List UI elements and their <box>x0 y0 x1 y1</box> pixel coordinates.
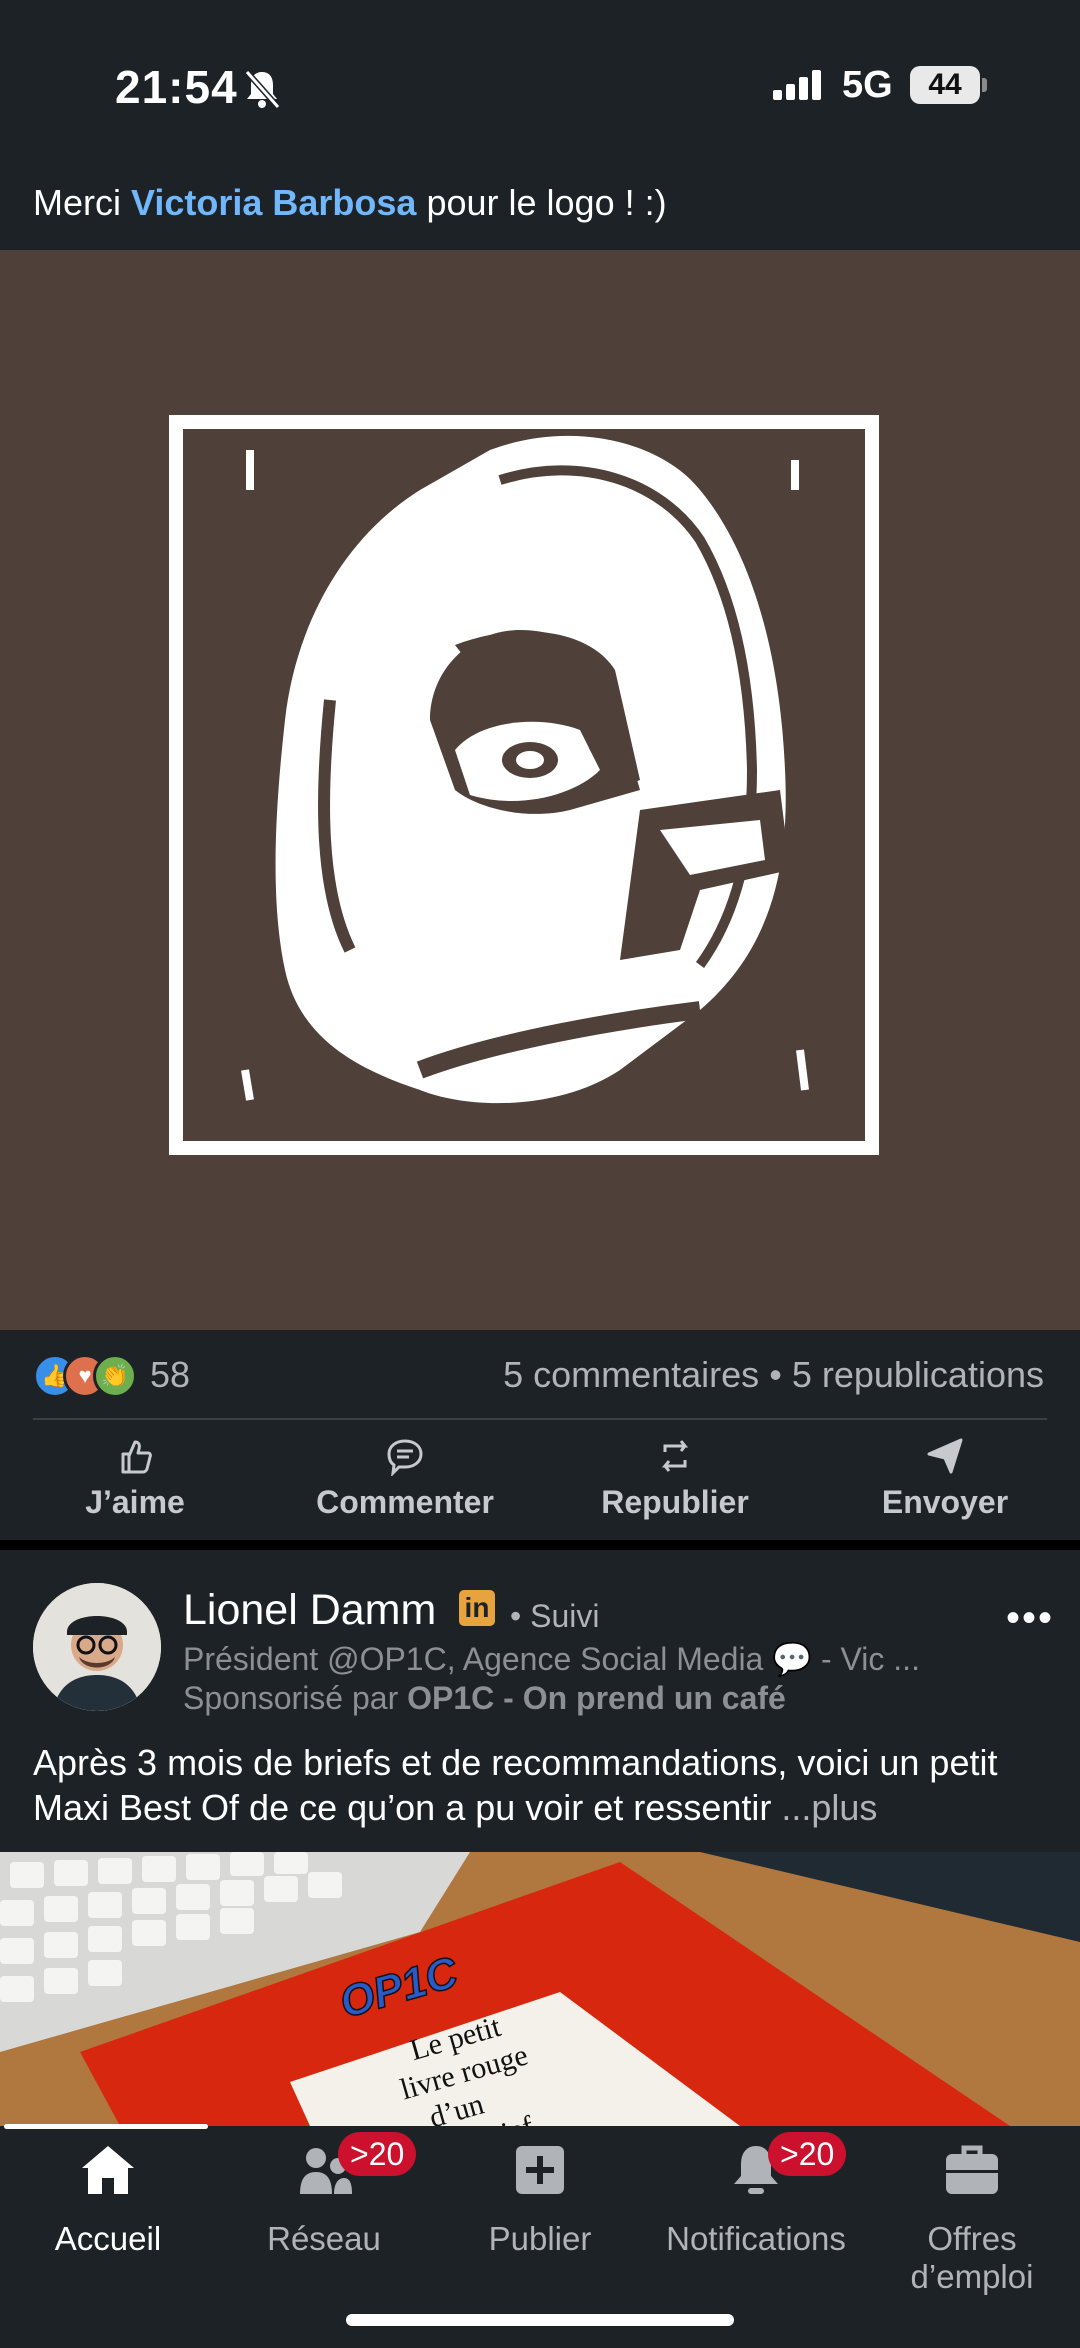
tab-notifications-label: Notifications <box>666 2220 846 2257</box>
add-post-icon <box>516 2146 564 2194</box>
more-options-icon[interactable]: ••• <box>1006 1596 1054 1641</box>
status-bar: 21:54 5G 44 <box>0 0 1080 150</box>
like-label: J’aime <box>85 1484 185 1520</box>
battery-tip <box>982 78 987 92</box>
send-icon <box>927 1438 963 1474</box>
linkedin-premium-icon: in <box>459 1590 495 1626</box>
tab-post[interactable]: Publier <box>432 2140 648 2258</box>
tab-home[interactable]: Accueil <box>0 2140 216 2258</box>
caption-suffix: pour le logo ! :) <box>416 182 667 223</box>
network-badge: >20 <box>338 2132 417 2176</box>
follow-status: • Suivi <box>510 1598 600 1634</box>
stats-separator: • <box>769 1354 782 1395</box>
like-button[interactable]: J’aime <box>0 1430 270 1530</box>
send-button[interactable]: Envoyer <box>810 1430 1080 1530</box>
feed-separator <box>0 1540 1080 1550</box>
caption-prefix: Merci <box>33 182 131 223</box>
post-stats[interactable]: 5 commentaires • 5 republications <box>503 1354 1044 1396</box>
bell-muted-icon <box>244 70 281 109</box>
repost-label: Republier <box>601 1484 749 1520</box>
reposts-count[interactable]: 5 republications <box>792 1354 1044 1395</box>
avatar[interactable] <box>33 1583 161 1711</box>
post-image-logo[interactable] <box>0 250 1080 1330</box>
celebrate-reaction-icon: 👏 <box>93 1354 137 1398</box>
comment-icon <box>387 1439 423 1476</box>
post-body: Après 3 mois de briefs et de recommandat… <box>33 1740 1053 1830</box>
repost-button[interactable]: Republier <box>540 1430 810 1530</box>
profile-photo <box>33 1583 161 1711</box>
tab-home-label: Accueil <box>54 2220 162 2257</box>
post-image-book[interactable]: OP1C Le petit livre rouge d’un brief dia <box>0 1852 1080 2126</box>
home-indicator <box>346 2314 734 2326</box>
comment-label: Commenter <box>316 1484 494 1520</box>
thumbs-up-icon <box>121 1440 152 1474</box>
comment-button[interactable]: Commenter <box>270 1430 540 1530</box>
signal-icon <box>773 70 821 100</box>
reactions-count[interactable]: 58 <box>150 1354 190 1396</box>
mention-link[interactable]: Victoria Barbosa <box>131 182 416 223</box>
author-headline: Président @OP1C, Agence Social Media 💬 -… <box>183 1641 920 1677</box>
tab-post-label: Publier <box>488 2220 592 2257</box>
sponsor-name[interactable]: OP1C - On prend un café <box>407 1680 786 1716</box>
sponsored-line: Sponsorisé par OP1C - On prend un café <box>183 1680 786 1717</box>
author-name[interactable]: Lionel Damm <box>183 1586 436 1635</box>
tab-jobs[interactable]: Offres d’emploi <box>864 2140 1080 2296</box>
battery-icon: 44 <box>910 66 980 104</box>
tab-network-label: Réseau <box>267 2220 381 2257</box>
book-photo: OP1C Le petit livre rouge d’un brief dia <box>0 1852 1080 2126</box>
status-time: 21:54 <box>115 61 238 113</box>
notifications-badge: >20 <box>768 2132 847 2176</box>
see-more-link[interactable]: ...plus <box>781 1787 877 1828</box>
send-label: Envoyer <box>881 1484 1009 1520</box>
briefcase-icon <box>946 2145 998 2194</box>
divider <box>33 1418 1047 1420</box>
network-type: 5G <box>842 64 893 106</box>
sponsored-prefix: Sponsorisé par <box>183 1680 408 1716</box>
active-tab-indicator <box>4 2124 208 2129</box>
comments-count[interactable]: 5 commentaires <box>503 1354 759 1395</box>
repost-icon <box>661 1440 689 1472</box>
post-caption: Merci Victoria Barbosa pour le logo ! :) <box>33 182 667 224</box>
home-icon <box>82 2146 134 2194</box>
tab-jobs-label: Offres d’emploi <box>910 2220 1034 2295</box>
woodcut-logo-illustration <box>169 415 879 1155</box>
